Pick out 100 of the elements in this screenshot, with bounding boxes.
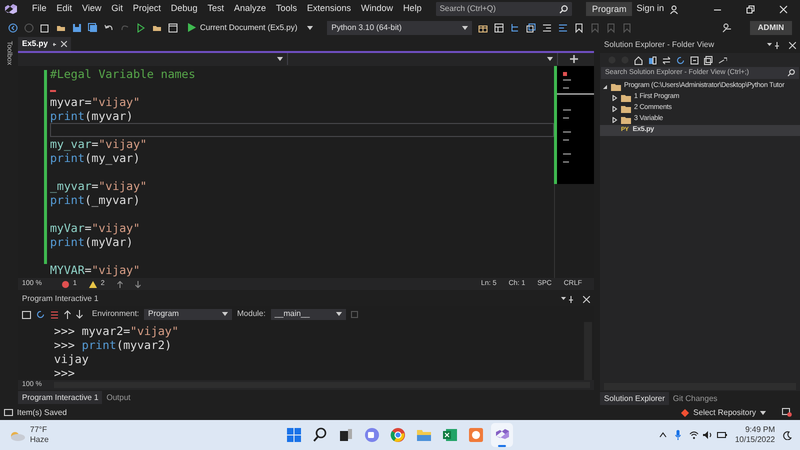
caret-icon: [336, 311, 342, 317]
back-icon[interactable]: [8, 22, 18, 32]
panel-tab[interactable]: Output: [102, 390, 134, 404]
code-line: myvar="vijay": [50, 95, 140, 109]
menu-item[interactable]: View: [78, 2, 106, 16]
menu-item[interactable]: Edit: [52, 2, 76, 16]
play-outline-icon[interactable]: [136, 22, 146, 32]
menu-item[interactable]: Extensions: [303, 2, 356, 16]
bookmark-icon[interactable]: [574, 22, 584, 32]
new-item-icon[interactable]: [40, 22, 50, 32]
collapse-icon[interactable]: [690, 56, 699, 64]
switch-views-icon[interactable]: [648, 56, 657, 64]
sign-in-link[interactable]: Sign in: [636, 2, 664, 16]
notification-icon[interactable]: [782, 408, 792, 417]
menu-item[interactable]: Debug: [166, 2, 202, 16]
menu-item[interactable]: Window: [357, 2, 398, 16]
sync-icon[interactable]: [662, 56, 671, 64]
environment-label: Environment:: [92, 308, 140, 320]
close-icon[interactable]: [60, 41, 67, 47]
feedback-icon[interactable]: [722, 22, 732, 32]
environment-dropdown[interactable]: Python 3.10 (64-bit): [327, 20, 472, 34]
close-icon[interactable]: [779, 4, 788, 14]
menu-item[interactable]: File: [28, 2, 51, 16]
menu-item[interactable]: Analyze: [230, 2, 270, 16]
user-badge[interactable]: ADMIN: [750, 20, 792, 34]
console-line: >>> myvar2="vijay": [54, 324, 180, 338]
home-icon[interactable]: [634, 56, 643, 64]
panel-tab[interactable]: Git Changes: [668, 392, 722, 404]
menu-item[interactable]: Project: [128, 2, 165, 16]
close-icon[interactable]: [583, 296, 590, 302]
arrow-up-icon[interactable]: [116, 280, 123, 288]
ide-icon[interactable]: [490, 423, 513, 447]
refresh-icon[interactable]: [676, 56, 685, 64]
clear-icon[interactable]: [50, 310, 59, 318]
warning-icon: [88, 280, 97, 288]
panel-tab[interactable]: Program Interactive 1: [18, 390, 102, 404]
outdent-icon[interactable]: [558, 22, 568, 32]
console-line: >>> print(myvar2): [54, 338, 173, 352]
save-all-icon[interactable]: [88, 22, 98, 32]
split-add-icon[interactable]: [570, 55, 578, 66]
history-down-icon[interactable]: [76, 310, 83, 318]
caret-icon[interactable]: [307, 24, 314, 30]
module-dropdown[interactable]: __main__: [270, 308, 346, 320]
caret-icon: [760, 410, 766, 416]
hierarchy-icon[interactable]: [510, 22, 520, 32]
code-line: print(_myvar): [50, 193, 140, 207]
undo-icon[interactable]: [104, 22, 114, 32]
panel-title: Program Interactive 1: [22, 293, 98, 305]
restore-icon[interactable]: [746, 4, 755, 14]
menu-item[interactable]: Tools: [272, 2, 302, 16]
arrow-down-icon[interactable]: [134, 280, 141, 288]
wifi-icon[interactable]: [688, 431, 699, 439]
clock-date: 10/15/2022: [734, 435, 775, 445]
table-icon[interactable]: [494, 22, 504, 32]
menu-item[interactable]: Help: [399, 2, 426, 16]
error-icon: [62, 280, 69, 288]
select-repository-button[interactable]: Select Repository: [681, 406, 766, 418]
caret-icon: [462, 24, 468, 30]
save-icon[interactable]: [72, 22, 82, 32]
code-line: myVar="vijay": [50, 221, 140, 235]
battery-icon[interactable]: [716, 431, 727, 439]
show-all-icon[interactable]: [704, 56, 713, 64]
code-line: print(my_var): [50, 151, 140, 165]
diamond-icon: [681, 408, 690, 416]
window-icon[interactable]: [168, 22, 178, 32]
person-icon[interactable]: [670, 4, 679, 14]
chevron-up-icon[interactable]: [658, 432, 667, 438]
status-message: Item(s) Saved: [17, 406, 67, 418]
code-line: print(myVar): [50, 235, 134, 249]
run-button[interactable]: Current Document (Ex5.py): [184, 22, 302, 34]
caret-icon: [222, 311, 228, 317]
clock-time: 9:49 PM: [745, 425, 775, 435]
caret-icon: [277, 56, 283, 62]
module-label: Module:: [237, 308, 266, 320]
console-line: vijay: [54, 352, 90, 366]
play-icon: [188, 23, 196, 32]
ide-logo-icon: [4, 3, 18, 15]
speaker-icon[interactable]: [702, 431, 713, 439]
solution-name-badge: Program: [586, 2, 632, 16]
panel-tab[interactable]: Solution Explorer: [600, 392, 669, 404]
close-icon[interactable]: [789, 42, 796, 48]
microphone-icon[interactable]: [674, 430, 681, 440]
indent-icon[interactable]: [542, 22, 552, 32]
search-field[interactable]: Search (Ctrl+Q): [436, 2, 572, 16]
menu-item[interactable]: Git: [107, 2, 127, 16]
document-tab[interactable]: Ex5.py: [18, 37, 71, 51]
history-up-icon[interactable]: [64, 310, 71, 318]
caret-icon: [547, 56, 553, 62]
code-line: print(myvar): [50, 109, 134, 123]
menu-item[interactable]: Test: [203, 2, 228, 16]
code-line: my_var="vijay": [50, 137, 147, 151]
pin-icon[interactable]: [52, 40, 57, 48]
copy-icon[interactable]: [526, 22, 536, 32]
code-line: _myvar="vijay": [50, 179, 147, 193]
moon-icon[interactable]: [783, 430, 792, 440]
window-list-icon[interactable]: [22, 310, 31, 318]
weather-condition: Haze: [30, 435, 49, 445]
collapse-arrow-icon[interactable]: [602, 84, 608, 90]
reset-icon[interactable]: [36, 310, 45, 318]
environment-dropdown[interactable]: Program: [144, 308, 232, 320]
